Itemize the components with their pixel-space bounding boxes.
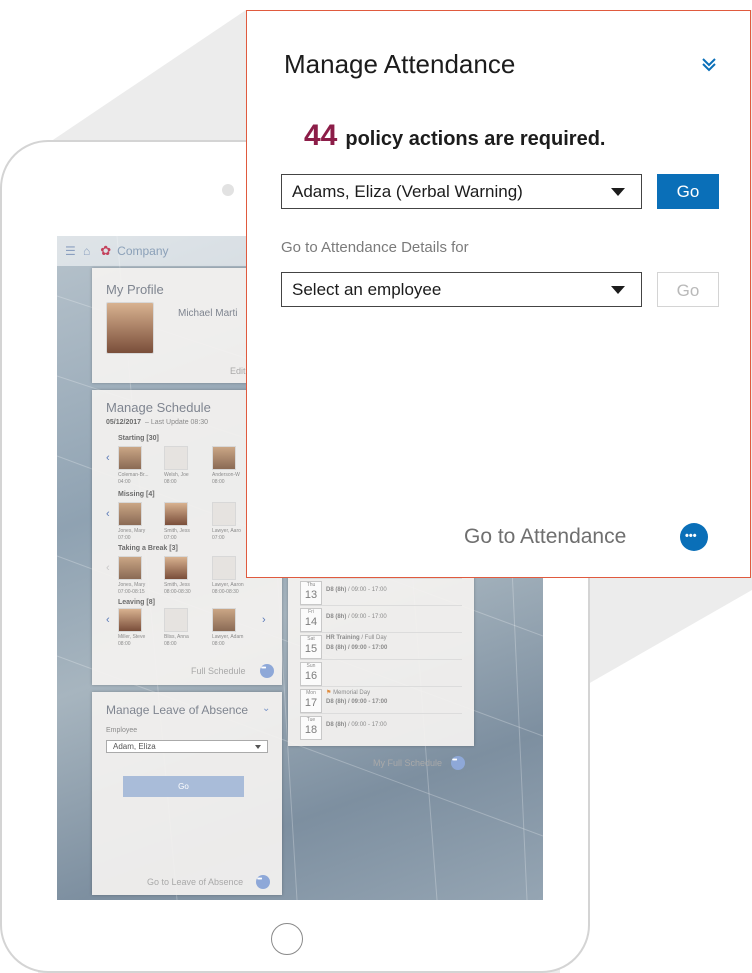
avatar [164,556,188,580]
person-time: 04:00 [118,479,131,485]
avatar [212,502,236,526]
person-name: Coleman-Br... [118,472,149,478]
group-label: Leaving [8] [118,599,155,606]
chevron-left-icon[interactable]: ‹ [106,508,110,520]
avatar [212,556,236,580]
group-label: Taking a Break [3] [118,545,178,552]
person-name: Welsh, Joe [164,472,189,478]
chevron-left-icon[interactable]: ‹ [106,452,110,464]
home-icon[interactable]: ⌂ [83,244,90,258]
policy-count: 44 [304,119,338,152]
leave-link[interactable]: Go to Leave of Absence [147,877,243,887]
list-item[interactable]: Thu 13 D8 (8h) / 09:00 - 17:00 [300,578,462,605]
employee-select[interactable]: Adam, Eliza [106,740,268,753]
avatar [118,502,142,526]
camera-icon [222,184,234,196]
more-icon[interactable]: ••• [680,523,708,551]
chevron-left-icon[interactable]: ‹ [106,562,110,574]
person-name: Miller, Steve [118,634,146,640]
chevron-left-icon[interactable]: ‹ [106,614,110,626]
avatar [118,446,142,470]
avatar [118,556,142,580]
person-time: 08:00 [212,479,225,485]
avatar [212,608,236,632]
details-label: Go to Attendance Details for [281,239,469,256]
avatar [106,302,154,354]
chevron-right-icon[interactable]: › [262,614,266,626]
person-time: 08:00-08:30 [164,589,191,595]
policy-count-line: 44 policy actions are required. [304,119,605,153]
person-name: Jones, Mary [118,528,146,534]
person-name: Bliss, Anna [164,634,189,640]
my-full-schedule-link[interactable]: My Full Schedule [373,758,442,768]
avatar [164,446,188,470]
person-time: 08:00 [164,479,177,485]
profile-name: Michael Marti [178,308,238,319]
person-time: 08:00-08:30 [212,589,239,595]
person-time: 07:00-08:15 [118,589,145,595]
list-item[interactable]: Sun 16 [300,659,462,686]
employee-label: Employee [106,727,138,734]
flag-icon: ⚑ [326,690,332,696]
go-button[interactable]: Go [657,174,719,209]
person-name: Lawyer, Aaron [212,582,244,588]
person-time: 08:00 [164,641,177,647]
employee-select[interactable]: Select an employee [281,272,642,307]
more-icon[interactable] [260,664,274,678]
schedule-title: Manage Schedule [106,400,211,415]
more-icon[interactable] [256,875,270,889]
policy-action-select[interactable]: Adams, Eliza (Verbal Warning) [281,174,642,209]
list-item[interactable]: Fri 14 D8 (8h) / 09:00 - 17:00 [300,605,462,632]
chevron-down-icon[interactable]: ⌄ [262,703,270,714]
leave-go-button[interactable]: Go [123,776,244,797]
avatar [164,502,188,526]
list-item[interactable]: Sat 15 HR Training / Full Day D8 (8h) / 0… [300,632,462,659]
company-name: Company [117,244,169,258]
schedule-update: – Last Update 08:30 [145,419,209,426]
list-item[interactable]: Mon 17 ⚑ Memorial Day D8 (8h) / 09:00 - 1… [300,686,462,713]
hamburger-icon[interactable]: ☰ [65,244,77,258]
avatar [212,446,236,470]
person-name: Anderson-W [212,472,240,478]
leave-title: Manage Leave of Absence [106,703,249,717]
chevron-down-icon[interactable] [699,55,719,73]
caret-down-icon [611,286,625,294]
attendance-panel: Manage Attendance 44 policy actions are r… [246,10,751,578]
schedule-date: 05/12/2017 [106,419,142,426]
person-time: 07:00 [164,535,177,541]
avatar [118,608,142,632]
caret-down-icon [611,188,625,196]
leave-card: Manage Leave of Absence ⌄ Employee Adam,… [92,692,282,895]
person-time: 08:00 [118,641,131,647]
person-name: Lawyer, Adam [212,634,244,640]
person-time: 07:00 [212,535,225,541]
person-name: Lawyer, Aaro [212,528,241,534]
person-name: Jones, Mary [118,582,146,588]
panel-title: Manage Attendance [284,49,516,79]
person-time: 07:00 [118,535,131,541]
person-time: 08:00 [212,641,225,647]
full-schedule-link[interactable]: Full Schedule [191,666,246,676]
company-logo-icon: ✿ [100,243,112,258]
person-name: Smith, Jess [164,528,190,534]
avatar [164,608,188,632]
group-label: Starting [30] [118,435,159,442]
policy-count-text: policy actions are required. [345,128,606,150]
person-name: Smith, Jess [164,582,190,588]
go-button-disabled[interactable]: Go [657,272,719,307]
home-button[interactable] [271,923,303,955]
list-item[interactable]: Tue 18 D8 (8h) / 09:00 - 17:00 [300,713,462,740]
go-to-attendance-link[interactable]: Go to Attendance [464,525,626,549]
more-icon[interactable] [451,756,465,770]
profile-title: My Profile [106,282,164,297]
group-label: Missing [4] [118,491,155,498]
